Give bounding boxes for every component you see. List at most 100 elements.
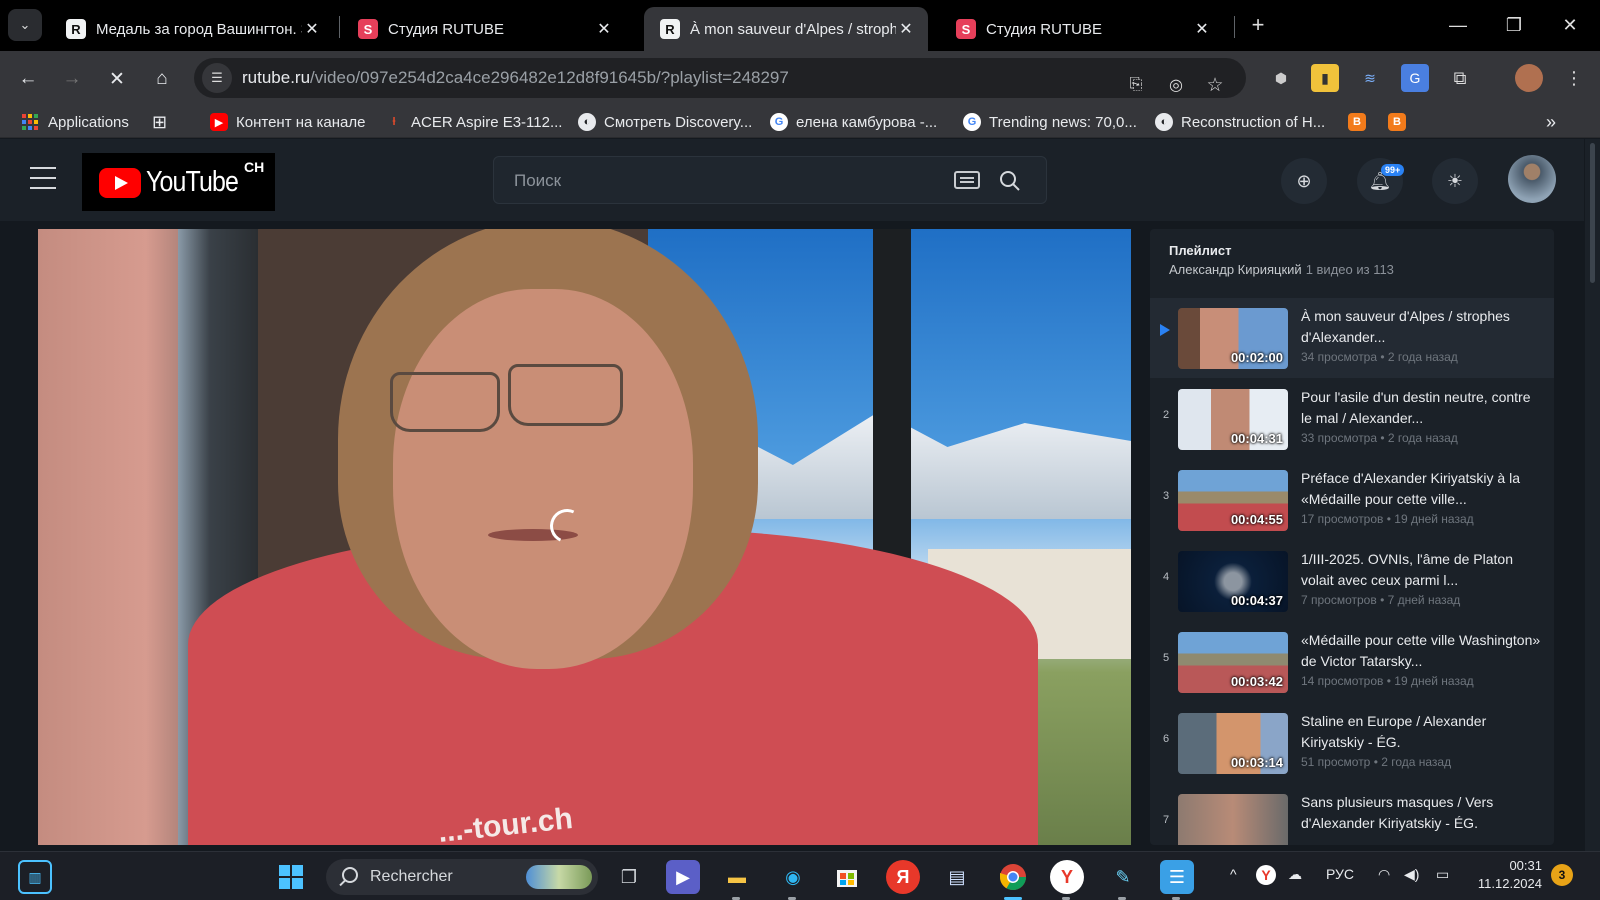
scrollbar-thumb[interactable]	[1590, 143, 1595, 283]
tray-chevron-up-icon[interactable]: ^	[1230, 866, 1237, 882]
url-text[interactable]: rutube.ru/video/097e254d2ca4ce296482e12d…	[242, 68, 789, 88]
microsoft-store-icon[interactable]	[830, 860, 864, 894]
tab-2[interactable]: S Студия RUTUBE ✕	[342, 7, 626, 51]
profile-avatar-icon[interactable]	[1515, 64, 1543, 92]
bookmarks-overflow-button[interactable]: »	[1546, 110, 1556, 134]
video-title[interactable]: 1/III-2025. OVNIs, l'âme de Platon volai…	[1301, 549, 1541, 591]
user-avatar[interactable]	[1508, 155, 1556, 203]
playlist-item[interactable]: 00:02:00 À mon sauveur d'Alpes / strophe…	[1150, 298, 1554, 378]
site-logo[interactable]: YouTube CH	[82, 153, 275, 211]
cloud-icon[interactable]: ☁	[1288, 866, 1302, 883]
notifications-button[interactable]: 🔔︎ 99+	[1357, 158, 1405, 204]
upload-video-button[interactable]: ⊕	[1281, 158, 1327, 204]
tab-groups-icon[interactable]: ⊞	[152, 110, 167, 134]
page-scrollbar[interactable]	[1585, 139, 1600, 851]
video-title[interactable]: Préface d'Alexander Kiriyatskiy à la «Mé…	[1301, 468, 1541, 510]
extensions-puzzle-icon[interactable]: ⧉	[1446, 64, 1474, 92]
stop-loading-icon[interactable]: ✕	[101, 63, 133, 95]
close-icon[interactable]: ✕	[594, 19, 614, 39]
close-icon[interactable]: ✕	[896, 19, 916, 39]
bookmark-trending[interactable]: G Trending news: 70,0...	[963, 110, 1137, 134]
tab-1[interactable]: R Медаль за город Вашингтон. 3 ✕	[50, 7, 334, 51]
video-title[interactable]: «Médaille pour cette ville Washington» d…	[1301, 630, 1541, 672]
volume-icon[interactable]: ◀)	[1404, 866, 1419, 883]
tray-yandex-icon[interactable]: Y	[1256, 865, 1276, 885]
yandex-icon[interactable]: Y	[1050, 860, 1084, 900]
home-icon[interactable]: ⌂	[146, 63, 178, 95]
video-player[interactable]: ...-tour.ch	[38, 229, 1131, 845]
install-app-icon[interactable]: ⎘	[1122, 71, 1150, 99]
bookmark-blogger-2[interactable]: B	[1388, 110, 1414, 134]
notepad-icon[interactable]: ☰	[1160, 860, 1194, 900]
playlist-item[interactable]: 7 Sans plusieurs masques / Vers d'Alexan…	[1150, 784, 1554, 845]
bookmark-applications[interactable]: Applications	[22, 110, 129, 134]
video-thumbnail[interactable]	[1178, 794, 1288, 845]
close-icon[interactable]: ✕	[1192, 19, 1212, 39]
video-thumbnail[interactable]: 00:04:55	[1178, 470, 1288, 531]
yandex-browser-icon[interactable]: Я	[886, 860, 920, 894]
tracking-protection-icon[interactable]: ◎	[1162, 71, 1190, 99]
taskbar-search[interactable]: Rechercher	[326, 859, 598, 895]
google-translate-icon[interactable]: G	[1401, 64, 1429, 92]
hamburger-menu-icon[interactable]	[30, 167, 56, 197]
widgets-icon[interactable]: ▥	[18, 860, 52, 894]
extension-translate-icon[interactable]: ≋	[1356, 64, 1384, 92]
bookmark-blogger-1[interactable]: B	[1348, 110, 1374, 134]
more-menu-icon[interactable]: ⋮	[1560, 64, 1588, 92]
paint-icon[interactable]: ✎	[1106, 860, 1140, 900]
playlist-item[interactable]: 4 00:04:37 1/III-2025. OVNIs, l'âme de P…	[1150, 541, 1554, 621]
playlist-position: 1 видео из 113	[1305, 262, 1394, 277]
teams-chat-icon[interactable]: ▶	[666, 860, 700, 894]
window-close-icon[interactable]: ✕	[1550, 10, 1590, 40]
keyboard-icon[interactable]	[954, 171, 980, 189]
playlist-item[interactable]: 2 00:04:31 Pour l'asile d'un destin neut…	[1150, 379, 1554, 459]
bookmark-star-icon[interactable]: ☆	[1201, 71, 1229, 99]
video-meta: 34 просмотра • 2 года назад	[1301, 350, 1458, 364]
bookmark-kamburova[interactable]: G елена камбурова -...	[770, 110, 937, 134]
edge-browser-icon[interactable]: ◉	[776, 860, 810, 900]
battery-icon[interactable]: ▭	[1436, 866, 1449, 883]
tab-search-button[interactable]: ⌄	[8, 9, 42, 41]
forward-arrow-icon[interactable]: →	[56, 63, 88, 95]
playlist-item[interactable]: 6 00:03:14 Staline en Europe / Alexander…	[1150, 703, 1554, 783]
video-thumbnail[interactable]: 00:03:42	[1178, 632, 1288, 693]
back-arrow-icon[interactable]: ←	[12, 63, 44, 95]
video-title[interactable]: Staline en Europe / Alexander Kiriyatski…	[1301, 711, 1541, 753]
playlist-author[interactable]: Александр Кирияцкий	[1169, 262, 1302, 277]
chrome-icon[interactable]	[996, 860, 1030, 900]
notification-center-badge[interactable]: 3	[1551, 864, 1573, 886]
address-bar[interactable]: ☰ rutube.ru/video/097e254d2ca4ce296482e1…	[194, 58, 1246, 98]
bookmark-discovery[interactable]: ◐ Смотреть Discovery...	[578, 110, 752, 134]
video-title[interactable]: À mon sauveur d'Alpes / strophes d'Alexa…	[1301, 306, 1541, 348]
video-thumbnail[interactable]: 00:03:14	[1178, 713, 1288, 774]
input-language[interactable]: РУС	[1326, 866, 1354, 882]
theme-toggle-button[interactable]: ☀	[1432, 158, 1478, 204]
restore-icon[interactable]: ❐	[1494, 10, 1534, 40]
search-input[interactable]	[514, 169, 914, 193]
bookmark-acer[interactable]: ƚ ACER Aspire E3-112...	[385, 110, 562, 134]
tab-3-active[interactable]: R À mon sauveur d'Alpes / stroph ✕	[644, 7, 928, 51]
new-tab-button[interactable]: +	[1244, 12, 1272, 40]
search-icon[interactable]	[998, 169, 1022, 193]
tab-4[interactable]: S Студия RUTUBE ✕	[940, 7, 1224, 51]
playlist-item[interactable]: 3 00:04:55 Préface d'Alexander Kiriyatsk…	[1150, 460, 1554, 540]
site-info-icon[interactable]: ☰	[202, 63, 232, 93]
task-view-icon[interactable]: ❐	[612, 860, 646, 894]
video-thumbnail[interactable]: 00:02:00	[1178, 308, 1288, 369]
file-explorer-icon[interactable]: ▬	[720, 860, 754, 900]
extension-shield-icon[interactable]: ⬢	[1267, 64, 1295, 92]
playlist-item[interactable]: 5 00:03:42 «Médaille pour cette ville Wa…	[1150, 622, 1554, 702]
system-clock[interactable]: 00:31 11.12.2024	[1470, 857, 1542, 893]
minimize-icon[interactable]: —	[1438, 10, 1478, 40]
start-windows-icon[interactable]	[274, 860, 308, 894]
video-thumbnail[interactable]: 00:04:37	[1178, 551, 1288, 612]
bookmark-reconstruction[interactable]: ◐ Reconstruction of H...	[1155, 110, 1325, 134]
video-title[interactable]: Sans plusieurs masques / Vers d'Alexande…	[1301, 792, 1541, 834]
video-thumbnail[interactable]: 00:04:31	[1178, 389, 1288, 450]
remote-desktop-icon[interactable]: ▤	[940, 860, 974, 894]
extension-book-icon[interactable]: ▮	[1311, 64, 1339, 92]
bookmark-channel-content[interactable]: ▶ Контент на канале	[210, 110, 365, 134]
video-title[interactable]: Pour l'asile d'un destin neutre, contre …	[1301, 387, 1541, 429]
wifi-icon[interactable]: ◠	[1378, 866, 1390, 883]
close-icon[interactable]: ✕	[302, 19, 322, 39]
